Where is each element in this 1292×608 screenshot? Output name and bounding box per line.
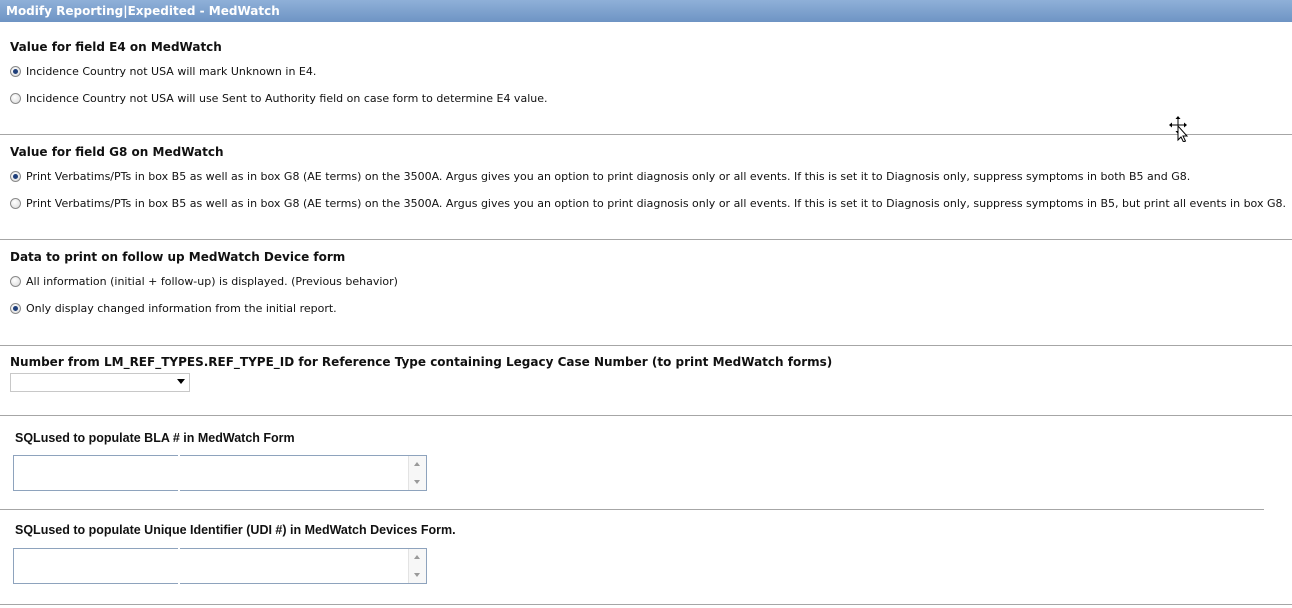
divider: [0, 134, 1292, 135]
window-title: Modify Reporting|Expedited - MedWatch: [0, 0, 1292, 22]
g8-option-2-label: Print Verbatims/PTs in box B5 as well as…: [26, 196, 1286, 210]
udi-sql-textarea[interactable]: [13, 548, 427, 584]
e4-option-mark-unknown[interactable]: Incidence Country not USA will mark Unkn…: [10, 64, 316, 78]
udi-sql-heading: SQLused to populate Unique Identifier (U…: [15, 523, 456, 537]
divider: [178, 548, 180, 584]
e4-radio-1[interactable]: [10, 65, 21, 77]
e4-option-sent-to-authority[interactable]: Incidence Country not USA will use Sent …: [10, 91, 547, 105]
bla-sql-textarea[interactable]: [13, 455, 427, 491]
g8-radio-2[interactable]: [10, 197, 21, 209]
move-cursor-icon: [1169, 116, 1189, 142]
device-radio-1[interactable]: [10, 275, 21, 287]
textarea-scrollbar[interactable]: [408, 549, 426, 583]
g8-heading: Value for field G8 on MedWatch: [10, 145, 224, 159]
device-radio-2[interactable]: [10, 302, 21, 314]
device-option-1-label: All information (initial + follow-up) is…: [26, 274, 398, 288]
e4-radio-2[interactable]: [10, 92, 21, 104]
device-option-all-info[interactable]: All information (initial + follow-up) is…: [10, 274, 398, 288]
divider: [0, 415, 1292, 416]
e4-option-1-label: Incidence Country not USA will mark Unkn…: [26, 64, 317, 78]
divider: [0, 239, 1292, 240]
divider: [0, 345, 1292, 346]
legacy-ref-type-select[interactable]: [10, 373, 190, 392]
legacy-ref-heading: Number from LM_REF_TYPES.REF_TYPE_ID for…: [10, 355, 833, 369]
dropdown-arrow-icon[interactable]: [177, 379, 185, 384]
device-option-2-label: Only display changed information from th…: [26, 301, 337, 315]
device-option-changed-only[interactable]: Only display changed information from th…: [10, 301, 337, 315]
g8-radio-1[interactable]: [10, 170, 21, 182]
g8-option-1-label: Print Verbatims/PTs in box B5 as well as…: [26, 169, 1191, 183]
textarea-scrollbar[interactable]: [408, 456, 426, 490]
divider: [0, 509, 1264, 510]
g8-option-both[interactable]: Print Verbatims/PTs in box B5 as well as…: [10, 169, 1190, 183]
e4-heading: Value for field E4 on MedWatch: [10, 40, 222, 54]
scroll-down-arrow-icon[interactable]: [414, 573, 420, 577]
scroll-up-arrow-icon[interactable]: [414, 462, 420, 466]
g8-option-b5-only[interactable]: Print Verbatims/PTs in box B5 as well as…: [10, 196, 1286, 210]
device-followup-heading: Data to print on follow up MedWatch Devi…: [10, 250, 346, 264]
divider: [0, 604, 1292, 605]
divider: [178, 455, 180, 491]
e4-option-2-label: Incidence Country not USA will use Sent …: [26, 91, 548, 105]
bla-sql-heading: SQLused to populate BLA # in MedWatch Fo…: [15, 431, 295, 445]
medwatch-config-page: Modify Reporting|Expedited - MedWatch Va…: [0, 0, 1292, 608]
scroll-up-arrow-icon[interactable]: [414, 555, 420, 559]
scroll-down-arrow-icon[interactable]: [414, 480, 420, 484]
